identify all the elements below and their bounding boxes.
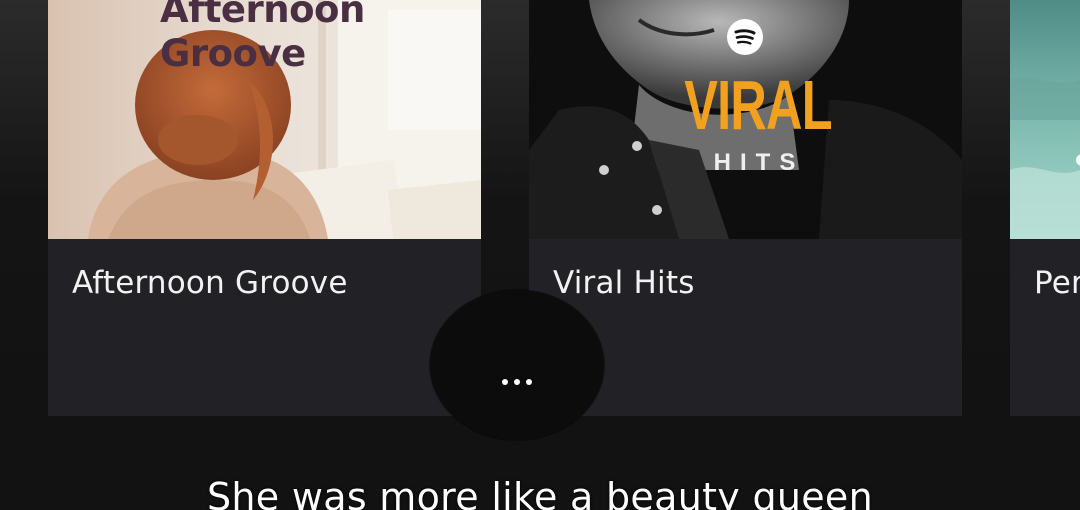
- playlist-card-partial[interactable]: Per: [1010, 0, 1080, 416]
- playlist-cover-afternoon-groove: Afternoon Groove: [48, 0, 481, 239]
- partial-playlist-artwork: [1010, 0, 1080, 239]
- more-options-button[interactable]: [430, 290, 604, 440]
- cover-title-sub: HITS: [713, 149, 805, 176]
- playlist-card-afternoon-groove[interactable]: Afternoon Groove Afternoon Groove: [48, 0, 481, 416]
- playlist-title: Afternoon Groove: [72, 265, 348, 301]
- cover-title-text: Afternoon Groove: [160, 0, 365, 76]
- playlist-title: Viral Hits: [553, 265, 695, 301]
- dot: [526, 379, 532, 385]
- playlist-cover-partial: [1010, 0, 1080, 239]
- more-dots-icon: [502, 379, 532, 385]
- cover-title-line-2: Groove: [160, 32, 306, 75]
- playlist-cover-viral-hits: VIRAL HITS: [529, 0, 962, 239]
- dot: [514, 379, 520, 385]
- playlist-carousel-screen: Afternoon Groove Afternoon Groove VIRAL …: [0, 0, 1080, 510]
- dot: [502, 379, 508, 385]
- cover-title-main: VIRAL: [684, 66, 832, 144]
- cover-title-line-1: Afternoon: [160, 0, 365, 31]
- playlist-title: Per: [1034, 265, 1080, 301]
- spotify-icon: [727, 19, 763, 55]
- lyric-line: She was more like a beauty queen: [207, 475, 873, 510]
